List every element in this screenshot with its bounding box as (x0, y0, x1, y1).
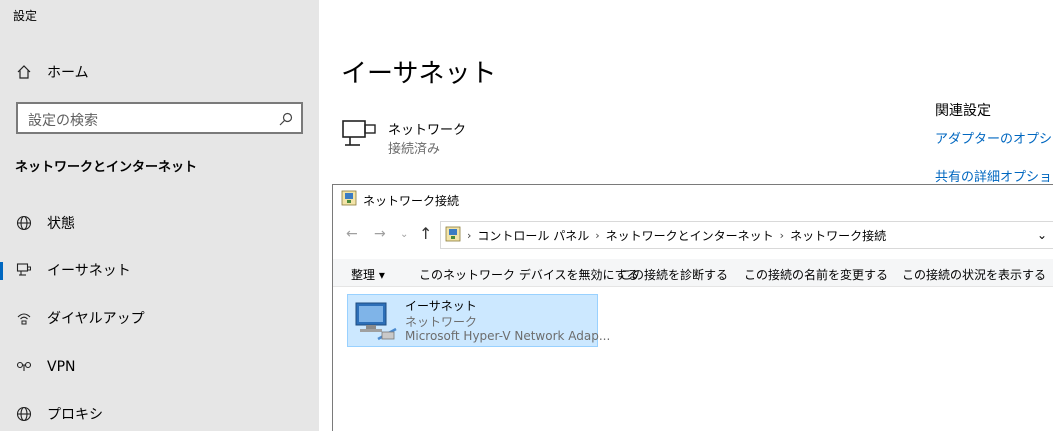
recent-chevron-icon[interactable]: ⌄ (400, 229, 408, 240)
sidebar-item-status[interactable]: 状態 (0, 203, 319, 243)
back-arrow-icon[interactable]: ← (346, 226, 358, 242)
advanced-sharing-link[interactable]: 共有の詳細オプション (935, 166, 1053, 185)
sidebar-item-label: VPN (47, 359, 76, 375)
sidebar-item-ethernet[interactable]: イーサネット (0, 250, 319, 290)
window-titlebar: ネットワーク接続 (341, 190, 460, 210)
breadcrumb-control-panel[interactable]: コントロール パネル (477, 227, 589, 244)
network-connections-window: ネットワーク接続 ← → ⌄ ↑ › コントロール パネル › ネットワークとイ… (332, 184, 1053, 431)
page-title: イーサネット (341, 59, 497, 89)
network-connections-icon (341, 190, 357, 210)
app-title: 設定 (13, 9, 38, 23)
organize-button[interactable]: 整理 ▾ (351, 266, 385, 283)
forward-arrow-icon[interactable]: → (374, 226, 386, 242)
address-bar[interactable]: › コントロール パネル › ネットワークとインターネット › ネットワーク接続… (440, 221, 1053, 249)
search-placeholder: 設定の検索 (28, 113, 98, 129)
globe-status-icon (15, 214, 33, 232)
adapter-options-link[interactable]: アダプターのオプションを (935, 128, 1053, 147)
sidebar-item-home[interactable]: ホーム (0, 52, 319, 92)
control-panel-icon (445, 226, 461, 245)
network-name[interactable]: ネットワーク (388, 119, 466, 138)
adapter-network: ネットワーク (405, 315, 478, 329)
sidebar-item-label: 状態 (47, 216, 75, 232)
sidebar-item-label: プロキシ (47, 407, 103, 423)
breadcrumb-network-internet[interactable]: ネットワークとインターネット (606, 227, 774, 244)
vpn-icon (15, 358, 33, 376)
chevron-down-icon[interactable]: ⌄ (1037, 228, 1047, 242)
sidebar-item-label: イーサネット (47, 263, 131, 279)
breadcrumb-chevron-icon[interactable]: › (595, 229, 599, 242)
network-status: 接続済み (388, 142, 441, 157)
sidebar-item-label: ダイヤルアップ (47, 311, 145, 327)
dialup-icon (15, 309, 33, 327)
ethernet-icon (15, 261, 33, 279)
network-adapter-icon (352, 299, 400, 343)
breadcrumb-network-connections[interactable]: ネットワーク接続 (790, 227, 886, 244)
sidebar-item-dialup[interactable]: ダイヤルアップ (0, 298, 319, 338)
sidebar-item-label: ホーム (47, 65, 89, 81)
navigation-bar: ← → ⌄ ↑ › コントロール パネル › ネットワークとインターネット › … (333, 221, 1053, 249)
section-title: ネットワークとインターネット (15, 160, 198, 175)
command-bar: 整理 ▾ このネットワーク デバイスを無効にする この接続を診断する この接続の… (333, 259, 1053, 287)
search-icon[interactable] (279, 111, 293, 126)
up-arrow-icon[interactable]: ↑ (419, 224, 432, 243)
globe-icon (15, 405, 33, 423)
view-status-button[interactable]: この接続の状況を表示する (902, 266, 1046, 283)
diagnose-button[interactable]: この接続を診断する (620, 266, 728, 283)
breadcrumb-chevron-icon[interactable]: › (467, 229, 471, 242)
disable-device-button[interactable]: このネットワーク デバイスを無効にする (419, 266, 639, 283)
adapter-name: イーサネット (405, 299, 477, 313)
settings-search-input[interactable]: 設定の検索 (16, 102, 303, 134)
adapter-device: Microsoft Hyper-V Network Adap... (405, 329, 611, 343)
settings-sidebar: 設定 ホーム 設定の検索 ネットワークとインターネット 状態 イーサネット ダイ… (0, 0, 319, 431)
window-title: ネットワーク接続 (363, 193, 460, 208)
rename-button[interactable]: この接続の名前を変更する (744, 266, 888, 283)
adapter-list-item[interactable]: イーサネット ネットワーク Microsoft Hyper-V Network … (347, 294, 610, 347)
sidebar-item-vpn[interactable]: VPN (0, 347, 319, 387)
network-monitor-icon[interactable] (342, 119, 378, 149)
breadcrumb-chevron-icon[interactable]: › (780, 229, 784, 242)
home-icon (15, 63, 33, 81)
related-settings-heading: 関連設定 (935, 103, 991, 119)
sidebar-item-proxy[interactable]: プロキシ (0, 394, 319, 431)
